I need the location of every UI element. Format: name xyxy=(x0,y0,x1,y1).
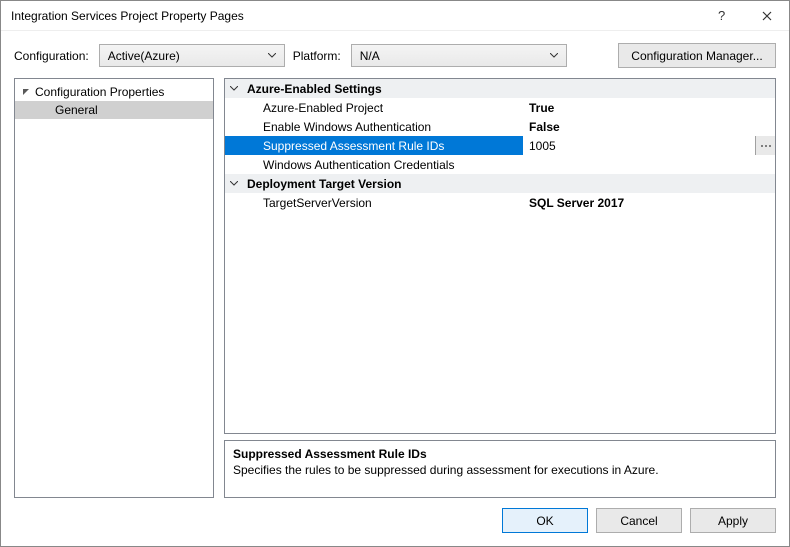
chevron-down-icon xyxy=(546,53,562,58)
cancel-button[interactable]: Cancel xyxy=(596,508,682,533)
configuration-manager-label: Configuration Manager... xyxy=(631,49,762,63)
chevron-down-icon xyxy=(264,53,280,58)
apply-label: Apply xyxy=(718,514,748,528)
category-label: Azure-Enabled Settings xyxy=(243,82,775,96)
tree-root-item[interactable]: Configuration Properties xyxy=(15,83,213,101)
property-row-selected[interactable]: Suppressed Assessment Rule IDs 1005 xyxy=(225,136,775,155)
property-grid[interactable]: Azure-Enabled Settings Azure-Enabled Pro… xyxy=(224,78,776,434)
collapse-icon xyxy=(225,181,243,186)
property-name: Suppressed Assessment Rule IDs xyxy=(243,139,523,153)
nav-tree[interactable]: Configuration Properties General xyxy=(14,78,214,498)
close-button[interactable] xyxy=(744,1,789,31)
description-title: Suppressed Assessment Rule IDs xyxy=(233,447,767,461)
category-label: Deployment Target Version xyxy=(243,177,775,191)
platform-value: N/A xyxy=(360,49,380,63)
main-area: Configuration Properties General Azure-E… xyxy=(1,78,789,498)
property-row[interactable]: TargetServerVersion SQL Server 2017 xyxy=(225,193,775,212)
configuration-dropdown[interactable]: Active(Azure) xyxy=(99,44,285,67)
tree-item-general[interactable]: General xyxy=(15,101,213,119)
collapse-icon xyxy=(225,86,243,91)
ellipsis-button[interactable] xyxy=(755,136,775,155)
right-pane: Azure-Enabled Settings Azure-Enabled Pro… xyxy=(224,78,776,498)
property-value[interactable]: False xyxy=(523,120,775,134)
titlebar: Integration Services Project Property Pa… xyxy=(1,1,789,31)
svg-text:?: ? xyxy=(718,9,725,23)
property-name: Windows Authentication Credentials xyxy=(243,158,523,172)
cancel-label: Cancel xyxy=(620,514,657,528)
ok-button[interactable]: OK xyxy=(502,508,588,533)
category-row[interactable]: Deployment Target Version xyxy=(225,174,775,193)
platform-dropdown[interactable]: N/A xyxy=(351,44,567,67)
platform-label: Platform: xyxy=(293,49,343,63)
property-row[interactable]: Azure-Enabled Project True xyxy=(225,98,775,117)
property-name: TargetServerVersion xyxy=(243,196,523,210)
configuration-label: Configuration: xyxy=(14,49,91,63)
ok-label: OK xyxy=(536,514,553,528)
apply-button[interactable]: Apply xyxy=(690,508,776,533)
property-row[interactable]: Enable Windows Authentication False xyxy=(225,117,775,136)
property-name: Azure-Enabled Project xyxy=(243,101,523,115)
tree-root-label: Configuration Properties xyxy=(35,85,164,99)
property-row[interactable]: Windows Authentication Credentials xyxy=(225,155,775,174)
property-value[interactable]: 1005 xyxy=(523,139,775,153)
config-toolbar: Configuration: Active(Azure) Platform: N… xyxy=(1,31,789,78)
property-value[interactable]: SQL Server 2017 xyxy=(523,196,775,210)
configuration-value: Active(Azure) xyxy=(108,49,180,63)
description-pane: Suppressed Assessment Rule IDs Specifies… xyxy=(224,440,776,498)
property-value[interactable]: True xyxy=(523,101,775,115)
description-body: Specifies the rules to be suppressed dur… xyxy=(233,463,767,477)
category-row[interactable]: Azure-Enabled Settings xyxy=(225,79,775,98)
window-title: Integration Services Project Property Pa… xyxy=(11,9,244,23)
tree-item-label: General xyxy=(55,103,98,117)
tree-collapse-icon xyxy=(21,88,31,96)
configuration-manager-button[interactable]: Configuration Manager... xyxy=(618,43,776,68)
dialog-footer: OK Cancel Apply xyxy=(1,498,789,533)
property-name: Enable Windows Authentication xyxy=(243,120,523,134)
help-button[interactable]: ? xyxy=(699,1,744,31)
